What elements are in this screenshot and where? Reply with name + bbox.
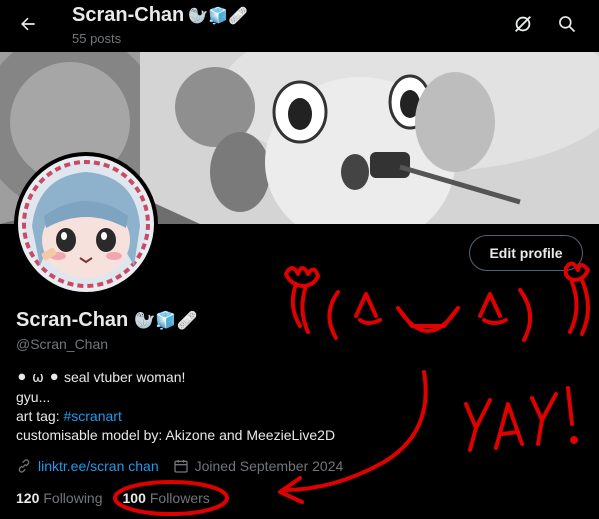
top-actions (509, 10, 581, 38)
followers-label: Followers (149, 490, 210, 506)
followers-link[interactable]: 100 Followers (123, 490, 210, 506)
following-label: Following (43, 490, 103, 506)
follow-stats: 120 Following 100 Followers (16, 490, 210, 506)
search-button[interactable] (553, 10, 581, 38)
bio-art-tag-label: art tag: (16, 408, 60, 424)
bio-emoji: ⚫ ω ⚫ (16, 370, 61, 386)
profile-name-emoji: 🦭🧊🩹 (134, 311, 198, 331)
link-icon (18, 459, 30, 473)
header-title: Scran-Chan 🦭🧊🩹 (72, 3, 248, 28)
header-title-emoji: 🦭🧊🩹 (188, 6, 249, 25)
avatar-image (18, 156, 154, 292)
search-icon (559, 16, 576, 33)
joined-date: Joined September 2024 (194, 458, 344, 474)
edit-profile-button[interactable]: Edit profile (469, 235, 583, 271)
avatar-illustration (18, 156, 154, 292)
header-title-text: Scran-Chan (72, 4, 185, 26)
grok-icon (515, 16, 531, 32)
profile-bio: ⚫ ω ⚫ seal vtuber woman! gyu... art tag:… (16, 368, 335, 445)
grok-button[interactable] (509, 10, 537, 38)
profile-name-text: Scran-Chan (16, 309, 129, 331)
profile-website-link[interactable]: linktr.ee/scran chan (38, 458, 159, 474)
bio-hashtag-link[interactable]: #scranart (63, 408, 121, 424)
profile-handle: @Scran_Chan (16, 336, 109, 352)
avatar[interactable] (14, 152, 158, 296)
top-bar: Scran-Chan 🦭🧊🩹 55 posts (0, 0, 599, 52)
header-title-block: Scran-Chan 🦭🧊🩹 55 posts (72, 3, 248, 46)
back-button[interactable] (10, 6, 46, 42)
following-count: 120 (16, 490, 40, 506)
profile-meta: linktr.ee/scran chan Joined September 20… (16, 458, 343, 474)
bio-line-3: art tag: #scranart (16, 407, 335, 426)
bio-line-2: gyu... (16, 389, 51, 405)
profile-display-name: Scran-Chan 🦭🧊🩹 (16, 309, 198, 332)
bio-line-1: ⚫ ω ⚫ seal vtuber woman! (16, 368, 335, 388)
bio-line-4: customisable model by: Akizone and Meezi… (16, 427, 336, 443)
arrow-left-icon (21, 17, 35, 31)
calendar-icon (173, 460, 188, 473)
post-count: 55 posts (72, 31, 122, 46)
followers-count: 100 (122, 490, 146, 506)
following-link[interactable]: 120 Following (16, 490, 103, 506)
bio-line-1-text: seal vtuber woman! (63, 369, 186, 385)
